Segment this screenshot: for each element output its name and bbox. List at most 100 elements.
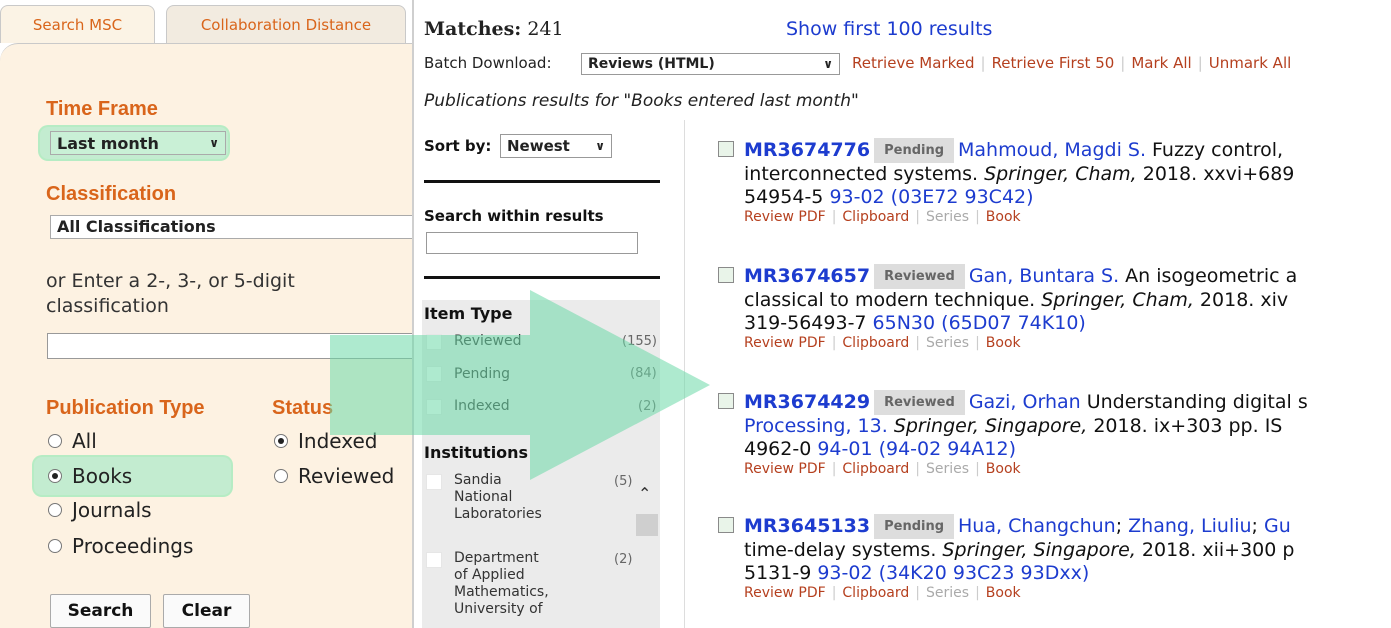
batch-download-select[interactable]: Reviews (HTML) ∨ — [581, 53, 840, 75]
msc-codes-link[interactable]: 93-02 (03E72 93C42) — [829, 186, 1033, 208]
search-within-input[interactable] — [426, 232, 638, 254]
chevron-down-icon: ∨ — [595, 139, 605, 153]
divider: | — [831, 585, 837, 601]
unmark-all-link[interactable]: Unmark All — [1209, 54, 1292, 72]
divider: | — [831, 461, 837, 477]
clipboard-link[interactable]: Clipboard — [842, 461, 909, 477]
time-frame-select[interactable]: Last month ∨ — [50, 131, 226, 155]
institution-line: University of — [454, 601, 543, 617]
clipboard-link[interactable]: Clipboard — [842, 209, 909, 225]
series-link: Series — [926, 209, 970, 225]
radio-journals[interactable]: Journals — [48, 498, 152, 522]
author-link[interactable]: Gazi, Orhan — [969, 391, 1081, 413]
record-links: Review PDF | Clipboard | Series | Book — [744, 461, 1308, 477]
divider: | — [915, 585, 920, 601]
book-link[interactable]: Book — [986, 335, 1021, 351]
time-frame-heading: Time Frame — [46, 98, 158, 120]
mr-number[interactable]: MR3645133 — [744, 515, 870, 537]
book-link[interactable]: Book — [986, 461, 1021, 477]
record: MR3674776 Pending Mahmoud, Magdi S. Fuzzy … — [718, 138, 1294, 225]
results-subtitle: Publications results for "Books entered … — [424, 91, 859, 111]
matches-label: Matches: — [424, 18, 522, 40]
chevron-down-icon: ∨ — [209, 136, 219, 150]
checkbox-pending[interactable] — [426, 366, 442, 382]
record: MR3674429 Reviewed Gazi, Orhan Understandi… — [718, 390, 1308, 477]
radio-journals-label: Journals — [72, 498, 152, 522]
review-pdf-link[interactable]: Review PDF — [744, 335, 826, 351]
radio-reviewed-circle — [274, 469, 288, 483]
mr-number[interactable]: MR3674429 — [744, 391, 870, 413]
search-button[interactable]: Search — [50, 594, 151, 628]
radio-indexed[interactable]: Indexed — [274, 429, 377, 453]
show-first-100-link[interactable]: Show first 100 results — [786, 18, 992, 40]
review-pdf-link[interactable]: Review PDF — [744, 209, 826, 225]
radio-reviewed-label: Reviewed — [298, 464, 395, 488]
msc-codes-link[interactable]: 65N30 (65D07 74K10) — [873, 312, 1086, 334]
author-link[interactable]: Mahmoud, Magdi S. — [958, 139, 1146, 161]
divider: | — [915, 335, 920, 351]
matches-count: 241 — [527, 18, 564, 40]
retrieve-first-50-link[interactable]: Retrieve First 50 — [992, 54, 1115, 72]
tab-collaboration-distance[interactable]: Collaboration Distance — [166, 5, 406, 43]
batch-actions: Retrieve Marked | Retrieve First 50 | Mark A… — [852, 54, 1291, 72]
classification-select[interactable]: All Classifications — [50, 215, 412, 239]
chevron-up-icon[interactable]: ⌃ — [638, 484, 651, 503]
divider: | — [975, 209, 980, 225]
record: MR3674657 Reviewed Gan, Buntara S. An isog… — [718, 264, 1297, 351]
enter-classification-label: or Enter a 2-, 3-, or 5-digit — [46, 270, 295, 292]
checkbox-indexed[interactable] — [426, 399, 442, 415]
checkbox-reviewed[interactable] — [426, 334, 442, 350]
clipboard-link[interactable]: Clipboard — [842, 585, 909, 601]
classification-code-input[interactable] — [47, 333, 412, 359]
retrieve-marked-link[interactable]: Retrieve Marked — [852, 54, 975, 72]
results-panel: Matches: 241 Show first 100 results Batc… — [412, 0, 1391, 628]
msc-codes-link[interactable]: 93-02 (34K20 93C23 93Dxx) — [817, 562, 1089, 584]
review-pdf-link[interactable]: Review PDF — [744, 585, 826, 601]
mark-all-link[interactable]: Mark All — [1131, 54, 1191, 72]
checkbox-institution[interactable] — [426, 552, 442, 568]
facet-institution-1-count: (5) — [614, 474, 633, 489]
author-link[interactable]: Gan, Buntara S. — [969, 265, 1119, 287]
record-details: 2018. xiv — [1193, 289, 1289, 311]
series-name-link[interactable]: Processing, 13. — [744, 415, 888, 437]
divider: | — [831, 209, 837, 225]
radio-books-circle — [48, 469, 62, 483]
book-link[interactable]: Book — [986, 585, 1021, 601]
record-checkbox[interactable] — [718, 267, 734, 283]
author-link[interactable]: Gu — [1264, 515, 1291, 537]
author-link[interactable]: Zhang, Liuliu — [1128, 515, 1251, 537]
divider — [424, 276, 660, 279]
divider: | — [831, 335, 837, 351]
radio-reviewed[interactable]: Reviewed — [274, 464, 394, 488]
record-checkbox[interactable] — [718, 141, 734, 157]
status-badge: Pending — [874, 514, 955, 539]
matches-summary: Matches: 241 — [424, 18, 564, 40]
radio-proceedings[interactable]: Proceedings — [48, 534, 193, 558]
radio-books[interactable]: Books — [48, 464, 132, 488]
radio-all[interactable]: All — [48, 429, 97, 453]
record-title-cont: time-delay systems. — [744, 539, 943, 561]
clipboard-link[interactable]: Clipboard — [842, 335, 909, 351]
mr-number[interactable]: MR3674657 — [744, 265, 870, 287]
tab-search-msc[interactable]: Search MSC — [0, 5, 155, 43]
facet-institution-2: Department of Applied Mathematics, Unive… — [454, 550, 549, 618]
record-checkbox[interactable] — [718, 517, 734, 533]
clear-button[interactable]: Clear — [163, 594, 250, 628]
record-links: Review PDF | Clipboard | Series | Book — [744, 335, 1297, 351]
record-checkbox[interactable] — [718, 393, 734, 409]
sort-select[interactable]: Newest ∨ — [500, 134, 612, 158]
institutions-heading: Institutions — [424, 443, 529, 462]
checkbox-institution[interactable] — [426, 474, 442, 490]
facet-reviewed-label: Reviewed — [454, 333, 522, 349]
author-link[interactable]: Hua, Changchun — [958, 515, 1116, 537]
institution-line: Sandia — [454, 472, 502, 488]
book-link[interactable]: Book — [986, 209, 1021, 225]
status-badge: Reviewed — [874, 390, 965, 415]
review-pdf-link[interactable]: Review PDF — [744, 461, 826, 477]
msc-codes-link[interactable]: 94-01 (94-02 94A12) — [817, 438, 1016, 460]
radio-journals-circle — [48, 503, 62, 517]
classification-heading: Classification — [46, 183, 177, 205]
scrollbar-thumb[interactable] — [636, 514, 658, 536]
mr-number[interactable]: MR3674776 — [744, 139, 870, 161]
record-title: Fuzzy control, — [1145, 139, 1284, 161]
